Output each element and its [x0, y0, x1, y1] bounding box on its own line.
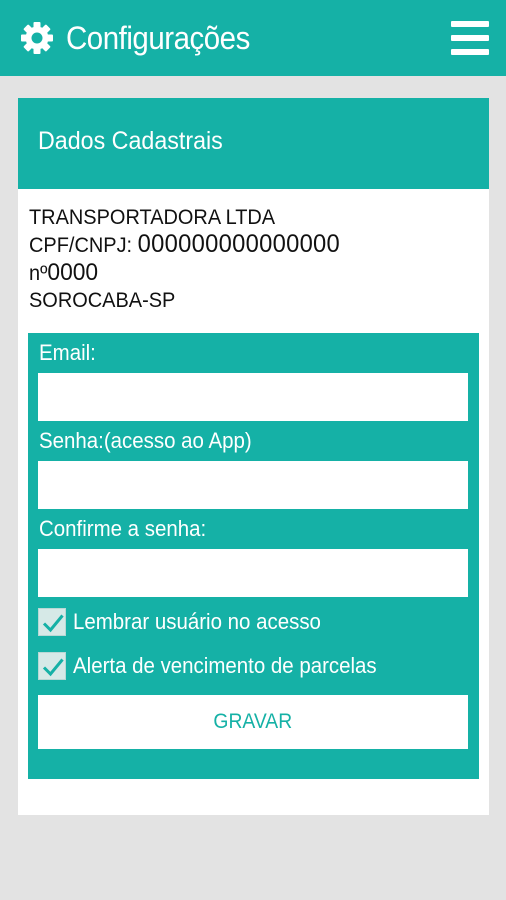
section-title: Dados Cadastrais [38, 127, 223, 155]
company-cnpj: CPF/CNPJ: 000000000000000 [29, 231, 340, 259]
page-title: Configurações [66, 20, 250, 56]
remember-user-label: Lembrar usuário no acesso [73, 609, 321, 634]
checkmark-icon [42, 658, 64, 677]
company-number: nº0000 [29, 259, 340, 287]
email-label: Email: [39, 340, 96, 365]
remember-user-checkbox[interactable] [38, 608, 66, 636]
remember-user-option[interactable]: Lembrar usuário no acesso [38, 606, 340, 638]
password-input[interactable] [38, 461, 468, 509]
card-header: Dados Cadastrais [18, 98, 489, 189]
company-name: TRANSPORTADORA LTDA [29, 206, 276, 229]
confirm-password-input[interactable] [38, 549, 468, 597]
confirm-password-label: Confirme a senha: [39, 516, 207, 541]
hamburger-menu-icon[interactable] [451, 21, 489, 55]
gear-icon[interactable] [19, 20, 55, 56]
settings-form: Email: Senha:(acesso ao App) Confirme a … [28, 333, 479, 779]
cnpj-value: 000000000000000 [137, 230, 341, 258]
payment-alert-option[interactable]: Alerta de vencimento de parcelas [38, 650, 400, 682]
company-info: TRANSPORTADORA LTDA CPF/CNPJ: 0000000000… [29, 204, 356, 314]
checkmark-icon [42, 614, 64, 633]
email-input[interactable] [38, 373, 468, 421]
number-value: 0000 [47, 259, 99, 286]
company-city: SOROCABA-SP [29, 289, 176, 312]
password-label: Senha:(acesso ao App) [39, 428, 252, 453]
save-button-label: GRAVAR [213, 710, 293, 733]
number-prefix: nº [29, 262, 48, 285]
payment-alert-checkbox[interactable] [38, 652, 66, 680]
registration-card: Dados Cadastrais TRANSPORTADORA LTDA CPF… [18, 98, 489, 815]
save-button[interactable]: GRAVAR [38, 695, 468, 749]
app-bar: Configurações [0, 0, 506, 76]
payment-alert-label: Alerta de vencimento de parcelas [73, 653, 377, 678]
cnpj-label: CPF/CNPJ: [29, 234, 133, 257]
